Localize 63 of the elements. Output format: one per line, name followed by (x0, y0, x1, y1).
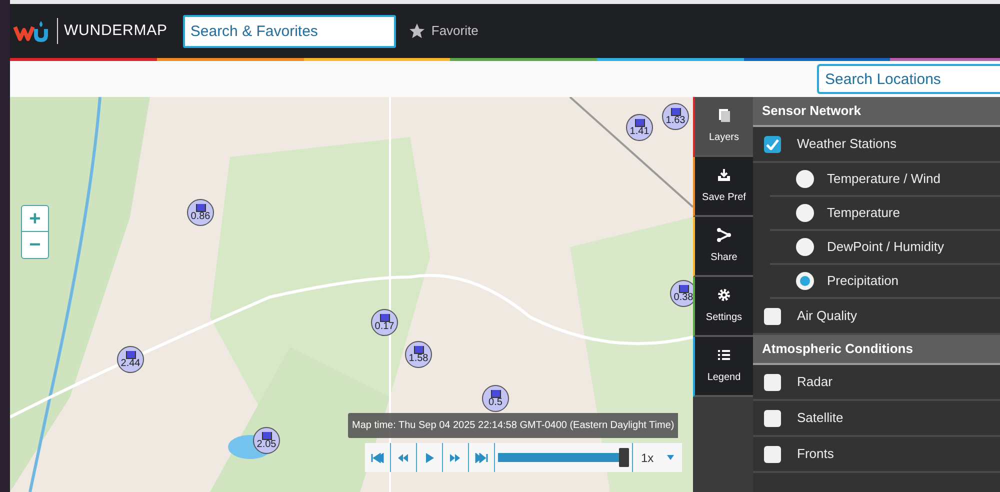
checkbox[interactable] (764, 374, 781, 390)
favorite-button[interactable]: Favorite (408, 21, 478, 41)
option-label: Temperature (827, 204, 900, 222)
radio-button[interactable] (796, 204, 814, 222)
bucket-icon (196, 204, 206, 212)
star-icon (408, 22, 426, 40)
checkbox[interactable] (764, 308, 781, 324)
checkbox[interactable] (764, 136, 781, 152)
section-header: Atmospheric Conditions (753, 335, 1000, 365)
option-label: Satellite (797, 409, 844, 428)
option-label: Weather Stations (797, 135, 896, 154)
bucket-icon (414, 346, 424, 354)
bucket-icon (126, 350, 136, 358)
side-tab[interactable]: Legend (693, 337, 753, 397)
search-field[interactable]: Search & Favorites (183, 14, 396, 48)
option-label: Radar (797, 373, 832, 392)
logo-icon (13, 19, 51, 43)
option-label: Fronts (797, 445, 834, 464)
bucket-icon (380, 314, 390, 322)
bucket-icon (634, 118, 644, 126)
radio-button[interactable] (796, 170, 814, 188)
brand-name: WUNDERMAP (64, 20, 168, 41)
settings-icon (717, 288, 731, 302)
map-time-tooltip: Map time: Thu Sep 04 2025 22:14:58 GMT-0400 (Eastern Daylight Time) (348, 413, 678, 438)
bucket-icon (678, 284, 688, 292)
caret-icon (667, 455, 674, 460)
checkbox[interactable] (764, 410, 781, 426)
option-label: Precipitation (827, 272, 899, 290)
station-value: 0.17 (374, 322, 394, 332)
option-label: Air Quality (797, 307, 857, 326)
option-label: Temperature / Wind (827, 170, 940, 188)
bucket-icon (490, 390, 500, 398)
location-search-field[interactable]: Search Locations (817, 64, 1000, 94)
station-value: 1.58 (408, 354, 428, 364)
side-tab[interactable]: Save Pref (693, 157, 753, 217)
fast-forward-icon (449, 452, 462, 462)
bucket-icon (670, 108, 680, 116)
layers-icon (717, 108, 731, 122)
station-value: 2.05 (256, 440, 276, 450)
checkbox[interactable] (764, 446, 781, 462)
list-icon (717, 348, 731, 362)
option-label: DewPoint / Humidity (827, 238, 944, 256)
share-icon (717, 228, 731, 242)
station-value: 1.41 (630, 126, 650, 136)
side-tab[interactable]: Settings (693, 277, 753, 337)
radio-button[interactable] (796, 272, 814, 290)
side-tab[interactable]: Layers (693, 97, 753, 157)
radio-button[interactable] (796, 238, 814, 256)
download-icon (717, 168, 731, 182)
rewind-icon (397, 452, 410, 462)
station-value: 0.86 (190, 212, 210, 222)
play-icon (423, 452, 436, 462)
station-value: 0.38 (674, 292, 693, 302)
timeline-slider[interactable] (498, 448, 629, 467)
section-header: Sensor Network (753, 97, 1000, 127)
station-value: 2.44 (120, 358, 140, 368)
skip-forward-icon (475, 452, 488, 462)
station-value: 1.63 (666, 116, 686, 126)
bucket-icon (262, 432, 272, 440)
station-value: 0.5 (488, 398, 502, 408)
speed-dropdown[interactable]: 1x (632, 443, 682, 472)
side-tab[interactable]: Share (693, 217, 753, 277)
skip-back-icon (371, 452, 384, 462)
